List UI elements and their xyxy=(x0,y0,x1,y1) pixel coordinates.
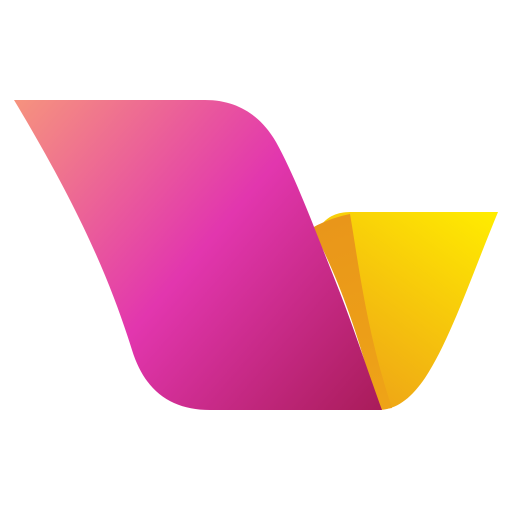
v-ribbon-logo-icon xyxy=(14,100,498,410)
logo-canvas xyxy=(0,0,512,512)
